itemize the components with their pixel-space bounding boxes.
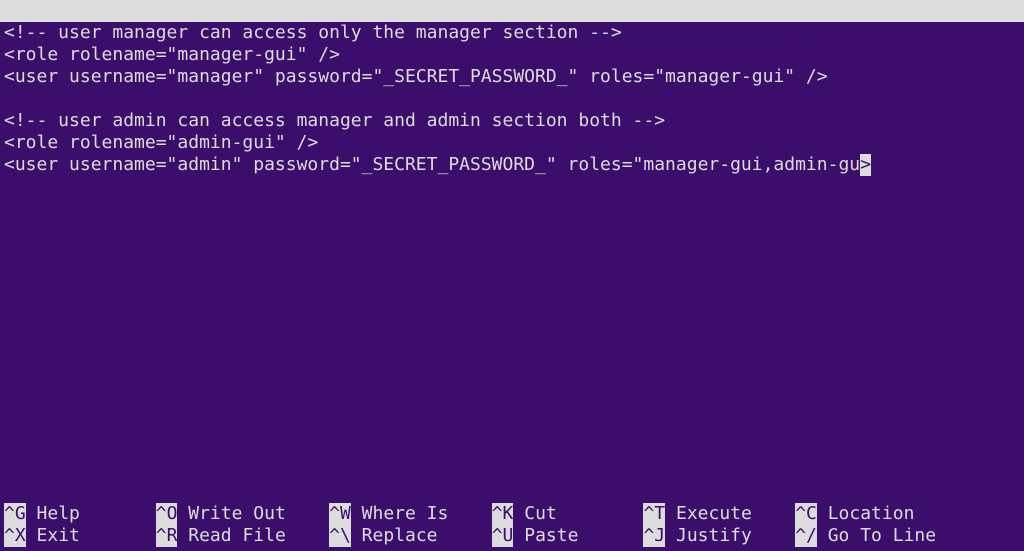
shortcut-where-is[interactable]: ^W Where Is (329, 503, 492, 525)
shortcut-key: ^R (156, 525, 178, 547)
editor-line[interactable]: <user username="manager" password="_SECR… (4, 66, 1024, 88)
shortcut-execute[interactable]: ^T Execute (643, 503, 795, 525)
shortcut-write-out[interactable]: ^O Write Out (156, 503, 329, 525)
shortcut-row-2: ^X Exit ^R Read File ^\ Replace ^U Paste… (4, 525, 1024, 547)
shortcut-label: Location (817, 503, 947, 525)
nano-terminal: GNU nano 6.2 /opt/tomcat/apache-tomcat-1… (0, 0, 1024, 551)
shortcut-key: ^W (329, 503, 351, 525)
shortcut-key: ^U (492, 525, 514, 547)
editor-line[interactable]: <role rolename="admin-gui" /> (4, 132, 1024, 154)
shortcut-bar: ^G Help ^O Write Out ^W Where Is ^K Cut … (0, 503, 1024, 547)
shortcut-exit[interactable]: ^X Exit (4, 525, 156, 547)
editor-line[interactable] (4, 88, 1024, 110)
shortcut-key: ^J (643, 525, 665, 547)
editor-area[interactable]: <!-- user manager can access only the ma… (0, 22, 1024, 176)
shortcut-label: Help (26, 503, 156, 525)
shortcut-key: ^G (4, 503, 26, 525)
shortcut-label: Write Out (177, 503, 329, 525)
shortcut-label: Cut (513, 503, 643, 525)
shortcut-label: Go To Line (817, 525, 947, 547)
shortcut-label: Exit (26, 525, 156, 547)
line-continuation-icon: > (860, 154, 871, 176)
shortcut-cut[interactable]: ^K Cut (492, 503, 644, 525)
shortcut-label: Justify (665, 525, 795, 547)
shortcut-label: Paste (513, 525, 643, 547)
shortcut-key: ^T (643, 503, 665, 525)
shortcut-justify[interactable]: ^J Justify (643, 525, 795, 547)
shortcut-row-1: ^G Help ^O Write Out ^W Where Is ^K Cut … (4, 503, 1024, 525)
shortcut-key: ^X (4, 525, 26, 547)
editor-line[interactable]: <!-- user manager can access only the ma… (4, 22, 1024, 44)
modified-indicator: * (795, 22, 806, 43)
editor-line[interactable]: <!-- user admin can access manager and a… (4, 110, 1024, 132)
shortcut-help[interactable]: ^G Help (4, 503, 156, 525)
shortcut-key: ^/ (795, 525, 817, 547)
shortcut-label: Read File (177, 525, 329, 547)
shortcut-location[interactable]: ^C Location (795, 503, 947, 525)
shortcut-read-file[interactable]: ^R Read File (156, 525, 329, 547)
shortcut-label: Replace (351, 525, 492, 547)
shortcut-replace[interactable]: ^\ Replace (329, 525, 492, 547)
editor-line[interactable]: <role rolename="manager-gui" /> (4, 44, 1024, 66)
shortcut-paste[interactable]: ^U Paste (492, 525, 644, 547)
shortcut-label: Where Is (351, 503, 492, 525)
nano-titlebar: GNU nano 6.2 /opt/tomcat/apache-tomcat-1… (0, 0, 1024, 22)
shortcut-key: ^C (795, 503, 817, 525)
shortcut-label: Execute (665, 503, 795, 525)
shortcut-key: ^\ (329, 525, 351, 547)
shortcut-key: ^O (156, 503, 178, 525)
shortcut-key: ^K (492, 503, 514, 525)
editor-line[interactable]: <user username="admin" password="_SECRET… (4, 154, 1024, 176)
shortcut-go-to-line[interactable]: ^/ Go To Line (795, 525, 947, 547)
